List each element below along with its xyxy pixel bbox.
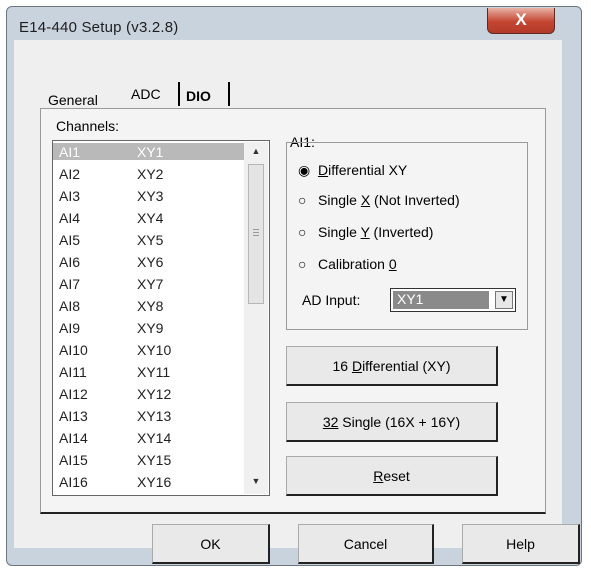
scroll-up-icon[interactable]: ▲ xyxy=(248,146,264,156)
tab-divider xyxy=(178,82,180,106)
channel-xy-label: XY4 xyxy=(137,210,164,226)
channel-ai-label: AI16 xyxy=(59,474,88,490)
chevron-down-icon[interactable]: ▼ xyxy=(495,291,513,309)
channel-row[interactable]: AI15 XY15 xyxy=(53,451,259,468)
close-icon: X xyxy=(515,10,527,29)
channel-row[interactable]: AI8 XY8 xyxy=(53,297,259,314)
channel-xy-label: XY11 xyxy=(137,364,171,380)
single-32-button[interactable]: 32 Single (16X + 16Y) xyxy=(286,402,498,442)
channel-row[interactable]: AI9 XY9 xyxy=(53,319,259,336)
channel-xy-label: XY5 xyxy=(137,232,164,248)
channel-ai-label: AI5 xyxy=(59,232,81,248)
channel-row[interactable]: AI4 XY4 xyxy=(53,209,259,226)
channel-ai-label: AI10 xyxy=(59,342,88,358)
channel-xy-label: XY10 xyxy=(137,342,172,358)
tab-general[interactable]: General xyxy=(48,92,98,108)
channel-row[interactable]: AI11 XY11 xyxy=(53,363,259,380)
grip-line xyxy=(253,235,259,236)
radio-calibration-0[interactable]: ○ Calibration 0 xyxy=(298,256,397,276)
channel-row[interactable]: AI6 XY6 xyxy=(53,253,259,270)
channel-xy-label: XY12 xyxy=(137,386,172,402)
channel-ai-label: AI15 xyxy=(59,452,88,468)
scroll-down-icon[interactable]: ▼ xyxy=(248,476,264,486)
channel-ai-label: AI12 xyxy=(59,386,88,402)
channel-row[interactable]: AI5 XY5 xyxy=(53,231,259,248)
scroll-thumb[interactable] xyxy=(248,164,264,304)
channel-ai-label: AI6 xyxy=(59,254,81,270)
help-button[interactable]: Help xyxy=(462,524,580,564)
channel-xy-label: XY16 xyxy=(137,474,172,490)
channel-ai-label: AI11 xyxy=(59,364,87,380)
channel-ai-label: AI13 xyxy=(59,408,88,424)
channels-listbox[interactable]: AI1 XY1 AI2 XY2 AI3 XY3 AI4 XY4 AI5 XY5 AI6 XY6 AI7 X… xyxy=(52,140,270,496)
radio-empty-icon: ○ xyxy=(298,224,307,240)
channel-ai-label: AI7 xyxy=(59,276,81,292)
radio-empty-icon: ○ xyxy=(298,256,307,272)
radio-single-y[interactable]: ○ Single Y (Inverted) xyxy=(298,224,433,244)
radio-differential-xy[interactable]: ◉ Differential XY xyxy=(298,162,407,182)
channel-ai-label: AI8 xyxy=(59,298,81,314)
radio-selected-icon: ◉ xyxy=(298,162,311,178)
ad-input-select[interactable]: XY1 ▼ xyxy=(390,288,516,312)
channel-ai-label: AI14 xyxy=(59,430,88,446)
channel-row[interactable]: AI13 XY13 xyxy=(53,407,259,424)
channel-xy-label: XY6 xyxy=(137,254,164,270)
channel-xy-label: XY13 xyxy=(137,408,172,424)
grip-line xyxy=(253,229,259,230)
channel-xy-label: XY3 xyxy=(137,188,164,204)
tab-divider xyxy=(228,82,230,106)
reset-button[interactable]: Reset xyxy=(286,456,498,496)
radio-empty-icon: ○ xyxy=(298,192,307,208)
tab-adc[interactable]: ADC xyxy=(131,86,161,102)
channel-xy-label: XY7 xyxy=(137,276,164,292)
channel-ai-label: AI2 xyxy=(59,166,81,182)
ad-input-label: AD Input: xyxy=(302,292,361,308)
channel-xy-label: XY1 xyxy=(137,144,164,160)
channel-row[interactable]: AI12 XY12 xyxy=(53,385,259,402)
channel-row[interactable]: AI3 XY3 xyxy=(53,187,259,204)
channel-ai-label: AI9 xyxy=(59,320,81,336)
channel-row[interactable]: AI14 XY14 xyxy=(53,429,259,446)
channel-xy-label: XY14 xyxy=(137,430,172,446)
ad-input-value: XY1 xyxy=(393,291,489,309)
channel-row[interactable]: AI2 XY2 xyxy=(53,165,259,182)
channel-ai-label: AI1 xyxy=(59,144,81,160)
tab-dio[interactable]: DIO xyxy=(186,88,211,104)
channel-xy-label: XY8 xyxy=(137,298,164,314)
channel-row[interactable]: AI10 XY10 xyxy=(53,341,259,358)
ok-button[interactable]: OK xyxy=(152,524,270,564)
differential-16-button[interactable]: 16 Differential (XY) xyxy=(286,346,498,386)
channel-row[interactable]: AI7 XY7 xyxy=(53,275,259,292)
channels-label: Channels: xyxy=(56,118,120,134)
channel-xy-label: XY15 xyxy=(137,452,172,468)
close-button[interactable]: X xyxy=(487,8,555,34)
cancel-button[interactable]: Cancel xyxy=(298,524,434,564)
grip-line xyxy=(253,232,259,233)
channels-scrollbar[interactable]: ▲ ▼ xyxy=(244,142,268,494)
channel-ai-label: AI3 xyxy=(59,188,81,204)
channel-row[interactable]: AI1 XY1 xyxy=(53,143,259,160)
channel-ai-label: AI4 xyxy=(59,210,81,226)
radio-single-x[interactable]: ○ Single X (Not Inverted) xyxy=(298,192,460,212)
channel-xy-label: XY9 xyxy=(137,320,164,336)
channel-xy-label: XY2 xyxy=(137,166,164,182)
channel-row[interactable]: AI16 XY16 xyxy=(53,473,259,490)
window-title: E14-440 Setup (v3.2.8) xyxy=(19,19,179,36)
